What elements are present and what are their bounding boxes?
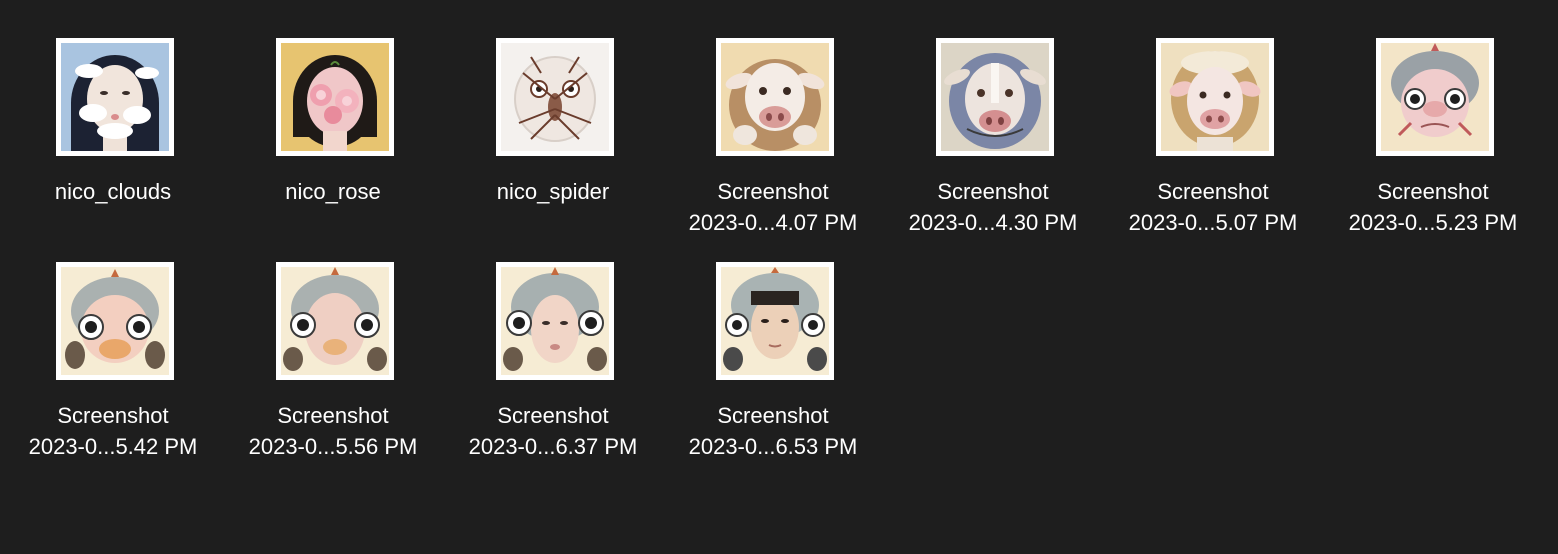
file-thumbnail — [496, 38, 614, 156]
file-name-line2: 2023-0...5.23 PM — [1348, 210, 1518, 235]
file-name-line2: 2023-0...4.30 PM — [908, 210, 1078, 235]
file-item[interactable]: Screenshot 2023-0...4.30 PM — [888, 38, 1098, 258]
file-name: nico_clouds — [8, 176, 218, 207]
file-item[interactable]: nico_clouds — [8, 38, 218, 258]
fish-creature-portrait-icon — [281, 267, 389, 375]
cow-portrait-icon — [721, 43, 829, 151]
pig-creature-portrait-icon — [1381, 43, 1489, 151]
file-name: Screenshot 2023-0...6.53 PM — [668, 400, 878, 462]
file-name-line1: Screenshot — [717, 179, 829, 204]
spider-face-portrait-icon — [501, 43, 609, 151]
file-name: Screenshot 2023-0...4.07 PM — [668, 176, 878, 238]
file-name-line1: Screenshot — [497, 403, 609, 428]
file-name: Screenshot 2023-0...6.37 PM — [448, 400, 658, 462]
file-name-line1: Screenshot — [1157, 179, 1269, 204]
file-grid: nico_clouds nico_rose nico_spider Screen… — [0, 0, 1558, 554]
file-thumbnail — [276, 262, 394, 380]
file-name-line2: 2023-0...6.37 PM — [468, 434, 638, 459]
file-name: nico_rose — [228, 176, 438, 207]
file-thumbnail — [1156, 38, 1274, 156]
file-name-line1: Screenshot — [57, 403, 169, 428]
fish-creature-portrait-icon — [501, 267, 609, 375]
file-name-line2: 2023-0...6.53 PM — [688, 434, 858, 459]
file-name-line2: 2023-0...5.56 PM — [248, 434, 418, 459]
file-item[interactable]: Screenshot 2023-0...5.23 PM — [1328, 38, 1538, 258]
file-item[interactable]: Screenshot 2023-0...4.07 PM — [668, 38, 878, 258]
girl-rose-portrait-icon — [281, 43, 389, 151]
file-name: Screenshot 2023-0...4.30 PM — [888, 176, 1098, 238]
file-name-line1: Screenshot — [277, 403, 389, 428]
file-name-line1: Screenshot — [1377, 179, 1489, 204]
file-name-line1: Screenshot — [717, 403, 829, 428]
file-thumbnail — [936, 38, 1054, 156]
file-name: nico_spider — [448, 176, 658, 207]
file-item[interactable]: Screenshot 2023-0...5.56 PM — [228, 262, 438, 482]
file-name-line1: Screenshot — [937, 179, 1049, 204]
file-item[interactable]: nico_rose — [228, 38, 438, 258]
file-thumbnail — [716, 38, 834, 156]
fish-creature-portrait-icon — [61, 267, 169, 375]
file-item[interactable]: Screenshot 2023-0...5.07 PM — [1108, 38, 1318, 258]
file-thumbnail — [496, 262, 614, 380]
file-thumbnail — [276, 38, 394, 156]
file-name-line1: nico_rose — [285, 179, 381, 204]
file-name: Screenshot 2023-0...5.07 PM — [1108, 176, 1318, 238]
file-item[interactable]: Screenshot 2023-0...6.37 PM — [448, 262, 658, 482]
girl-clouds-portrait-icon — [61, 43, 169, 151]
file-item[interactable]: Screenshot 2023-0...5.42 PM — [8, 262, 218, 482]
file-item[interactable]: Screenshot 2023-0...6.53 PM — [668, 262, 878, 482]
file-name-line2: 2023-0...5.07 PM — [1128, 210, 1298, 235]
file-name-line2: 2023-0...4.07 PM — [688, 210, 858, 235]
file-thumbnail — [716, 262, 834, 380]
file-name: Screenshot 2023-0...5.56 PM — [228, 400, 438, 462]
file-thumbnail — [56, 38, 174, 156]
file-name: Screenshot 2023-0...5.42 PM — [8, 400, 218, 462]
cow-portrait-icon — [941, 43, 1049, 151]
file-thumbnail — [56, 262, 174, 380]
cow-portrait-icon — [1161, 43, 1269, 151]
file-item[interactable]: nico_spider — [448, 38, 658, 258]
file-name-line2: 2023-0...5.42 PM — [28, 434, 198, 459]
file-name: Screenshot 2023-0...5.23 PM — [1328, 176, 1538, 238]
file-thumbnail — [1376, 38, 1494, 156]
file-name-line1: nico_clouds — [54, 179, 172, 204]
file-name-line1: nico_spider — [496, 179, 610, 204]
man-portrait-icon — [721, 267, 829, 375]
